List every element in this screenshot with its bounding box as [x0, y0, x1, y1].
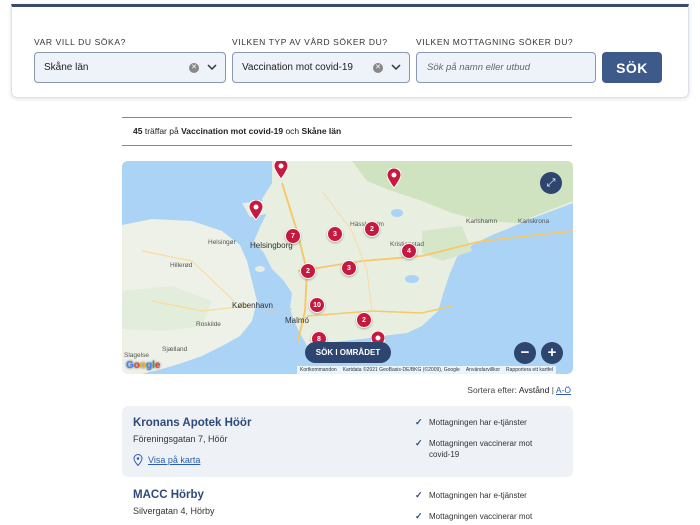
sort-separator: |	[551, 385, 554, 395]
result-title[interactable]: MACC Hörby	[133, 489, 204, 501]
divider	[122, 117, 572, 118]
result-card[interactable]: MACC Hörby Silvergatan 4, Hörby ✓ Mottagn…	[122, 481, 573, 525]
map-label-sjaelland: Sjælland	[162, 346, 188, 353]
map-label-slagelse: Slagelse	[124, 352, 149, 359]
search-panel: VAR VILL DU SÖKA? VILKEN TYP AV VÅRD SÖK…	[11, 4, 689, 98]
map-data-credit: Kartdata ©2021 GeoBasis-DE/BKG (©2009), …	[342, 367, 460, 373]
results-region: Skåne län	[301, 126, 342, 136]
clinic-label: VILKEN MOTTAGNING SÖKER DU?	[416, 37, 574, 47]
results-count: 45 träffar på Vaccination mot covid-19 o…	[133, 126, 341, 136]
feature-text: Mottagningen har e-tjänster	[429, 418, 527, 427]
map-report-link[interactable]: Rapportera ett kartfel	[506, 366, 553, 374]
map-cluster-pin[interactable]: 2	[300, 263, 316, 279]
care-type-label: VILKEN TYP AV VÅRD SÖKER DU?	[232, 37, 388, 47]
check-icon: ✓	[415, 490, 423, 500]
map-attribution: Kortkommandon Kartdata ©2021 GeoBasis-DE…	[297, 366, 556, 374]
result-card[interactable]: Kronans Apotek Höör Föreningsgatan 7, Hö…	[122, 406, 573, 477]
sort-label: Sortera efter:	[467, 385, 517, 395]
map-label-kobenhavn: København	[232, 301, 273, 310]
map-label-roskilde: Roskilde	[196, 321, 221, 328]
map-label-helsingborg: Helsingborg	[250, 241, 293, 250]
map-label-malmo: Malmö	[285, 316, 310, 325]
zoom-out-button[interactable]: −	[514, 342, 536, 364]
map-cluster-pin[interactable]: 3	[327, 226, 343, 242]
feature-item: ✓ Mottagningen har e-tjänster	[415, 490, 549, 501]
clinic-search-input[interactable]	[416, 52, 596, 83]
feature-item: ✓ Mottagningen vaccinerar mot covid-19	[415, 438, 549, 460]
check-icon: ✓	[415, 417, 423, 427]
feature-text: Mottagningen har e-tjänster	[429, 491, 527, 500]
map-marker-icon[interactable]	[274, 161, 288, 179]
divider	[122, 145, 572, 146]
check-icon: ✓	[415, 511, 423, 521]
map-cluster-pin[interactable]: 7	[285, 228, 301, 244]
results-map[interactable]: Helsingborg Helsingør Hillerød København…	[122, 161, 573, 374]
result-address: Föreningsgatan 7, Höör	[133, 434, 228, 444]
clear-icon[interactable]: ✕	[189, 63, 199, 73]
sort-controls: Sortera efter: Avstånd | A-Ö	[467, 385, 571, 395]
map-terms-link[interactable]: Användarvillkor	[466, 366, 500, 374]
results-text: och	[283, 126, 302, 136]
map-label-karlskrona: Karlskrona	[518, 218, 550, 225]
map-cluster-pin[interactable]: 10	[309, 297, 325, 313]
chevron-down-icon[interactable]	[206, 61, 218, 73]
feature-text: Mottagningen vaccinerar mot covid-19	[429, 439, 533, 459]
show-on-map-link[interactable]: Visa på karta	[133, 454, 200, 466]
sort-option-distance[interactable]: Avstånd	[519, 385, 550, 395]
chevron-down-icon[interactable]	[390, 61, 402, 73]
region-select[interactable]: Skåne län ✕	[34, 52, 226, 83]
result-title[interactable]: Kronans Apotek Höör	[133, 417, 251, 429]
map-cluster-pin[interactable]: 2	[356, 312, 372, 328]
map-label-karlshamn: Karlshamn	[466, 218, 498, 225]
search-button[interactable]: SÖK	[602, 52, 662, 83]
zoom-in-button[interactable]: +	[541, 342, 563, 364]
fullscreen-icon[interactable]: ⤢	[540, 172, 562, 194]
location-pin-icon	[133, 454, 143, 466]
result-address: Silvergatan 4, Hörby	[133, 506, 215, 516]
map-cluster-pin[interactable]: 2	[364, 221, 380, 237]
map-marker-icon[interactable]	[249, 200, 263, 220]
map-marker-icon[interactable]	[387, 168, 401, 188]
map-shortcuts-link[interactable]: Kortkommandon	[300, 366, 337, 374]
results-text: träffar på	[142, 126, 182, 136]
google-logo: Google	[126, 360, 161, 371]
show-on-map-label: Visa på karta	[148, 455, 201, 465]
region-select-value: Skåne län	[44, 62, 89, 73]
feature-text: Mottagningen vaccinerar mot	[429, 512, 533, 521]
map-cluster-pin[interactable]: 3	[341, 260, 357, 276]
results-care-type: Vaccination mot covid-19	[181, 126, 284, 136]
search-area-button[interactable]: SÖK I OMRÅDET	[305, 342, 391, 363]
care-type-select[interactable]: Vaccination mot covid-19 ✕	[232, 52, 410, 83]
check-icon: ✓	[415, 438, 423, 448]
map-label-helsingor: Helsingør	[208, 239, 236, 246]
sort-option-az[interactable]: A-Ö	[556, 385, 571, 395]
region-label: VAR VILL DU SÖKA?	[34, 37, 126, 47]
feature-item: ✓ Mottagningen har e-tjänster	[415, 417, 549, 428]
care-type-select-value: Vaccination mot covid-19	[242, 62, 353, 73]
feature-item: ✓ Mottagningen vaccinerar mot	[415, 511, 549, 522]
clear-icon[interactable]: ✕	[373, 63, 383, 73]
map-label-hillerod: Hillerød	[170, 262, 193, 269]
map-cluster-pin[interactable]: 4	[401, 243, 417, 259]
